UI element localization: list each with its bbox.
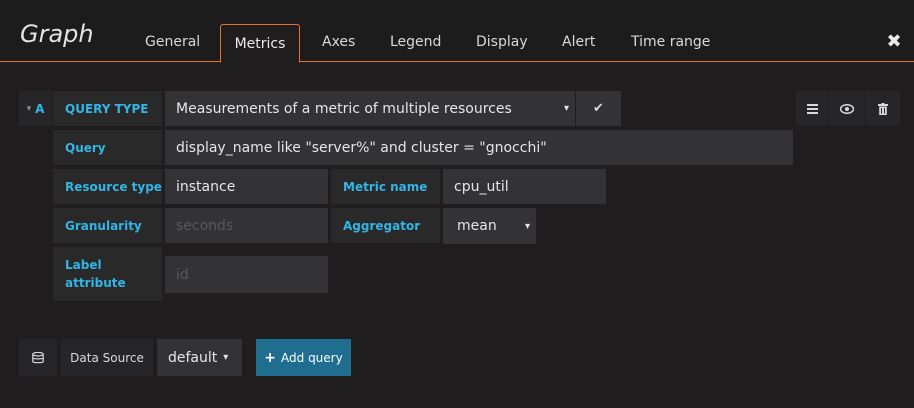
database-icon	[32, 351, 44, 363]
datasource-value: default	[168, 349, 218, 366]
metric-name-label: Metric name	[331, 169, 440, 204]
aggregator-value: mean	[457, 218, 497, 234]
label-attribute-label: Label attribute	[53, 247, 162, 301]
aggregator-label: Aggregator	[331, 208, 440, 243]
query-menu-button[interactable]	[796, 91, 828, 126]
query-ref-toggle[interactable]: ▾ A	[19, 91, 52, 126]
confirm-query-type-button[interactable]: ✔	[576, 91, 621, 126]
query-type-label: QUERY TYPE	[53, 91, 162, 126]
chevron-down-icon: ▾	[223, 352, 229, 363]
close-icon[interactable]: ✖	[884, 32, 904, 52]
check-icon: ✔	[593, 101, 604, 116]
datasource-select[interactable]: default ▾	[157, 339, 242, 376]
query-label: Query	[53, 130, 162, 165]
toggle-query-visibility-button[interactable]	[829, 91, 865, 126]
datasource-label: Data Source	[61, 339, 153, 376]
panel-editor-header: Graph General Metrics Axes Legend Displa…	[0, 0, 914, 63]
tab-display[interactable]: Display	[476, 34, 528, 50]
resource-type-label: Resource type	[53, 169, 162, 204]
tab-axes[interactable]: Axes	[322, 34, 355, 50]
chevron-down-icon: ▾	[563, 103, 569, 114]
trash-icon	[878, 102, 888, 115]
tab-alert[interactable]: Alert	[562, 34, 595, 50]
tab-time-range[interactable]: Time range	[631, 34, 710, 50]
add-query-label: Add query	[281, 350, 343, 365]
granularity-label: Granularity	[53, 208, 162, 243]
delete-query-button[interactable]	[866, 91, 900, 126]
label-attribute-input[interactable]: id	[165, 256, 328, 293]
query-ref-id: A	[35, 101, 45, 116]
plus-icon: +	[264, 349, 277, 366]
query-type-value: Measurements of a metric of multiple res…	[176, 100, 512, 117]
aggregator-select[interactable]: mean ▾	[443, 208, 536, 244]
add-query-button[interactable]: + Add query	[256, 339, 351, 376]
panel-title: Graph	[20, 20, 94, 48]
query-input[interactable]: display_name like "server%" and cluster …	[165, 130, 793, 165]
tab-metrics[interactable]: Metrics	[220, 24, 300, 63]
query-type-select[interactable]: Measurements of a metric of multiple res…	[165, 91, 575, 126]
hamburger-icon	[806, 103, 818, 114]
datasource-icon-button	[19, 339, 57, 376]
resource-type-input[interactable]: instance	[165, 169, 328, 204]
metric-name-input[interactable]: cpu_util	[443, 169, 606, 204]
chevron-down-icon: ▾	[26, 103, 32, 114]
eye-icon	[840, 103, 854, 114]
label-attribute-label-line2: attribute	[65, 276, 126, 290]
label-attribute-label-line1: Label	[65, 258, 102, 272]
tab-general[interactable]: General	[145, 34, 200, 50]
chevron-down-icon: ▾	[524, 220, 530, 232]
tab-legend[interactable]: Legend	[390, 34, 441, 50]
granularity-input[interactable]: seconds	[165, 208, 328, 243]
